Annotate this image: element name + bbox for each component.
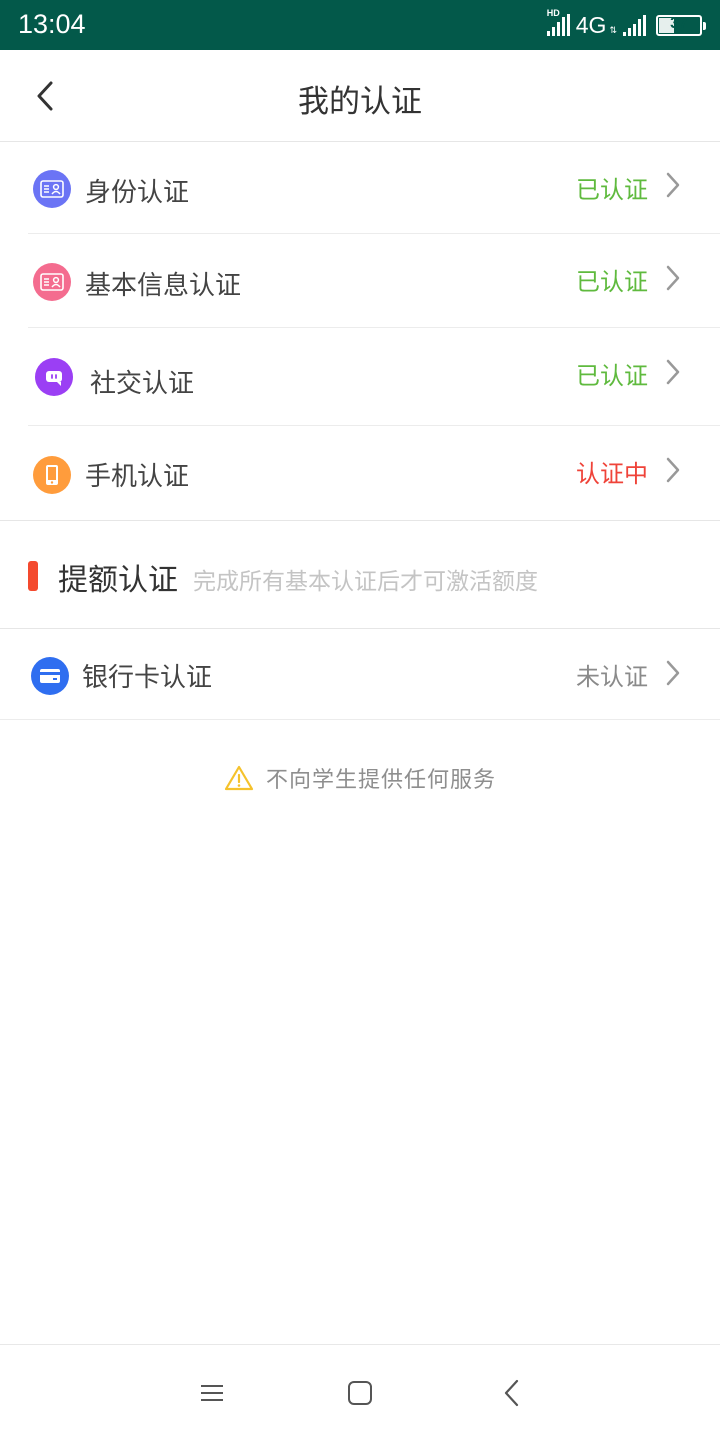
chevron-right-icon xyxy=(666,172,680,198)
signal-icon: HD xyxy=(546,8,570,36)
battery-cap xyxy=(703,21,706,30)
status-badge: 已认证 xyxy=(576,268,648,296)
notice-text: 不向学生提供任何服务 xyxy=(265,768,496,793)
item-label: 银行卡认证 xyxy=(82,663,213,693)
menu-icon[interactable] xyxy=(197,1378,227,1408)
status-badge: 认证中 xyxy=(576,460,648,488)
section-title: 提额认证 xyxy=(58,563,178,598)
chevron-right-icon xyxy=(666,359,680,385)
header-bar: 我的认证 xyxy=(0,50,720,142)
chevron-right-icon xyxy=(666,457,680,483)
section-subtitle: 完成所有基本认证后才可激活额度 xyxy=(193,569,538,595)
page-title: 我的认证 xyxy=(298,84,422,120)
status-bar: 13:04 HD 4G ⇅ 37 xyxy=(0,0,720,50)
battery-icon: 37 xyxy=(656,14,706,36)
notice: 不向学生提供任何服务 xyxy=(0,762,720,794)
list-item-basic-info[interactable]: 基本信息认证 已认证 xyxy=(0,234,720,328)
back-chevron-icon[interactable] xyxy=(497,1378,527,1408)
battery-percent: 37 xyxy=(670,14,688,32)
divider xyxy=(0,719,720,720)
phone-icon xyxy=(33,456,71,494)
hd-label: HD xyxy=(546,8,560,18)
item-label: 社交认证 xyxy=(90,369,195,399)
status-time: 13:04 xyxy=(18,9,86,39)
list-item-phone[interactable]: 手机认证 认证中 xyxy=(0,426,720,520)
item-label: 基本信息认证 xyxy=(85,271,242,301)
list-item-identity[interactable]: 身份认证 已认证 xyxy=(0,142,720,234)
section-marker xyxy=(28,561,38,591)
status-badge: 已认证 xyxy=(576,362,648,390)
chevron-right-icon xyxy=(666,660,680,686)
status-badge: 已认证 xyxy=(576,176,648,204)
chat-bubble-icon xyxy=(35,358,73,396)
status-badge: 未认证 xyxy=(576,663,648,691)
status-indicators: HD 4G ⇅ 37 xyxy=(546,8,706,40)
list-item-social[interactable]: 社交认证 已认证 xyxy=(0,328,720,426)
network-type: 4G xyxy=(575,11,607,38)
id-card-icon xyxy=(33,263,71,301)
id-card-icon xyxy=(33,170,71,208)
signal-icon-2 xyxy=(623,14,646,36)
bank-card-icon xyxy=(31,657,69,695)
item-label: 手机认证 xyxy=(85,462,190,492)
system-nav-bar xyxy=(0,1344,720,1440)
warning-icon xyxy=(224,765,254,791)
home-square-icon[interactable] xyxy=(345,1378,375,1408)
data-arrows-icon: ⇅ xyxy=(609,26,617,36)
chevron-right-icon xyxy=(666,265,680,291)
section-header: 提额认证 完成所有基本认证后才可激活额度 xyxy=(0,520,720,628)
item-label: 身份认证 xyxy=(85,178,190,208)
list-item-bank-card[interactable]: 银行卡认证 未认证 xyxy=(0,628,720,720)
